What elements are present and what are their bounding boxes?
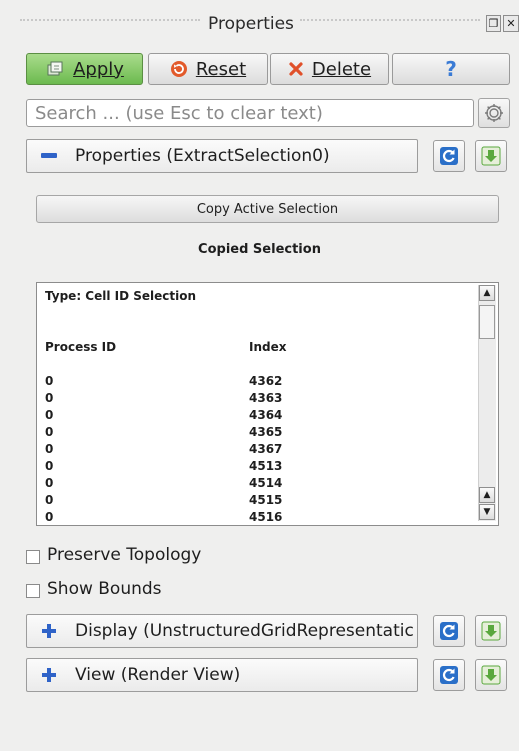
process-id-header: Process ID [45,340,117,354]
search-input[interactable] [26,99,474,127]
collapse-icon [41,153,63,159]
list-item: 0 [45,408,54,422]
preserve-topology-checkbox[interactable] [26,550,40,564]
title-grip-left [20,19,200,21]
preserve-topology-label: Preserve Topology [47,545,202,565]
index-header: Index [249,340,287,354]
selection-type: Type: Cell ID Selection [45,289,197,303]
delete-label: Delete [311,58,372,80]
vertical-scrollbar[interactable]: ▲ ▲ ▼ [478,285,496,521]
download-icon [481,621,501,641]
apply-button[interactable]: Apply [26,53,143,85]
display-section-header[interactable]: Display (UnstructuredGridRepresentatic [26,614,418,648]
apply-label: Apply [73,58,124,80]
list-item: 4515 [249,493,283,507]
list-item: 4513 [249,459,283,473]
help-button[interactable]: ? [392,53,510,85]
list-item: 4363 [249,391,283,405]
reset-label: Reset [195,58,247,80]
expand-icon [41,667,63,683]
show-bounds-label: Show Bounds [47,579,162,599]
properties-section-label: Properties (ExtractSelection0) [75,146,330,166]
list-item: 0 [45,510,54,524]
properties-save-button[interactable] [475,140,507,172]
apply-icon [45,60,65,78]
window-title: Properties [208,14,294,34]
scroll-up-icon[interactable]: ▲ [479,285,495,301]
properties-refresh-button[interactable] [433,140,465,172]
view-section-header[interactable]: View (Render View) [26,658,418,692]
help-icon: ? [445,57,457,81]
refresh-icon [440,622,458,640]
list-item: 0 [45,442,54,456]
close-icon[interactable]: ✕ [503,15,519,32]
delete-icon [288,61,304,77]
index-column: 4362 4363 4364 4365 4367 4513 4514 4515 … [249,373,283,525]
expand-icon [41,623,63,639]
copied-selection-heading: Copied Selection [198,242,321,257]
gear-icon [485,104,503,122]
properties-section-header[interactable]: Properties (ExtractSelection0) [26,139,418,173]
view-section-label: View (Render View) [75,665,241,685]
title-bar: Properties ❐ ✕ [0,0,519,40]
list-item: 0 [45,493,54,507]
show-bounds-checkbox[interactable] [26,584,40,598]
settings-button[interactable] [478,98,510,128]
list-item: 4365 [249,425,283,439]
list-item: 4516 [249,510,283,524]
list-item: 0 [45,391,54,405]
display-section-label: Display (UnstructuredGridRepresentatic [75,621,414,641]
display-save-button[interactable] [475,615,507,647]
delete-button[interactable]: Delete [270,53,389,85]
list-item: 0 [45,476,54,490]
list-item: 4364 [249,408,283,422]
list-item: 0 [45,374,54,388]
list-item: 4362 [249,374,283,388]
copied-selection-list[interactable]: Type: Cell ID Selection Process ID Index… [36,282,499,526]
scroll-thumb[interactable] [479,305,495,339]
download-icon [481,665,501,685]
list-item: 0 [45,425,54,439]
view-refresh-button[interactable] [433,659,465,691]
title-grip-right [300,19,480,21]
copy-active-selection-button[interactable]: Copy Active Selection [36,195,499,223]
refresh-icon [440,147,458,165]
reset-icon [170,60,188,78]
list-item: 0 [45,459,54,473]
copy-active-selection-label: Copy Active Selection [196,201,339,217]
list-item: 4514 [249,476,283,490]
display-refresh-button[interactable] [433,615,465,647]
process-id-column: 0 0 0 0 0 0 0 0 0 [45,373,54,525]
reset-button[interactable]: Reset [148,53,268,85]
refresh-icon [440,666,458,684]
list-item: 4367 [249,442,283,456]
view-save-button[interactable] [475,659,507,691]
scroll-up-icon[interactable]: ▲ [479,487,495,503]
scroll-down-icon[interactable]: ▼ [479,504,495,520]
download-icon [481,146,501,166]
float-icon[interactable]: ❐ [486,15,501,32]
